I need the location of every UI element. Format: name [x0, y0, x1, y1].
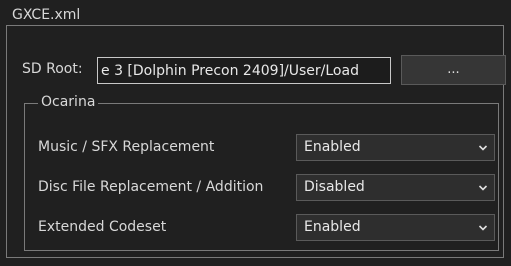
extended-codeset-value: Enabled — [304, 219, 361, 235]
disc-file-value: Disabled — [304, 179, 365, 195]
ocarina-group-title: Ocarina — [38, 93, 99, 111]
settings-panel: GXCE.xml SD Root: ... Ocarina Music / SF… — [0, 0, 511, 266]
chevron-down-icon — [478, 145, 488, 151]
browse-button[interactable]: ... — [401, 55, 506, 85]
music-sfx-value: Enabled — [304, 139, 361, 155]
music-sfx-label: Music / SFX Replacement — [38, 139, 215, 155]
xml-group-title: GXCE.xml — [9, 6, 84, 24]
music-sfx-dropdown[interactable]: Enabled — [296, 134, 495, 161]
sd-root-input[interactable] — [97, 57, 391, 84]
disc-file-dropdown[interactable]: Disabled — [296, 174, 495, 201]
chevron-down-icon — [478, 225, 488, 231]
chevron-down-icon — [478, 185, 488, 191]
sd-root-label: SD Root: — [22, 61, 83, 77]
disc-file-label: Disc File Replacement / Addition — [38, 179, 264, 195]
extended-codeset-dropdown[interactable]: Enabled — [296, 214, 495, 241]
extended-codeset-label: Extended Codeset — [38, 219, 167, 235]
